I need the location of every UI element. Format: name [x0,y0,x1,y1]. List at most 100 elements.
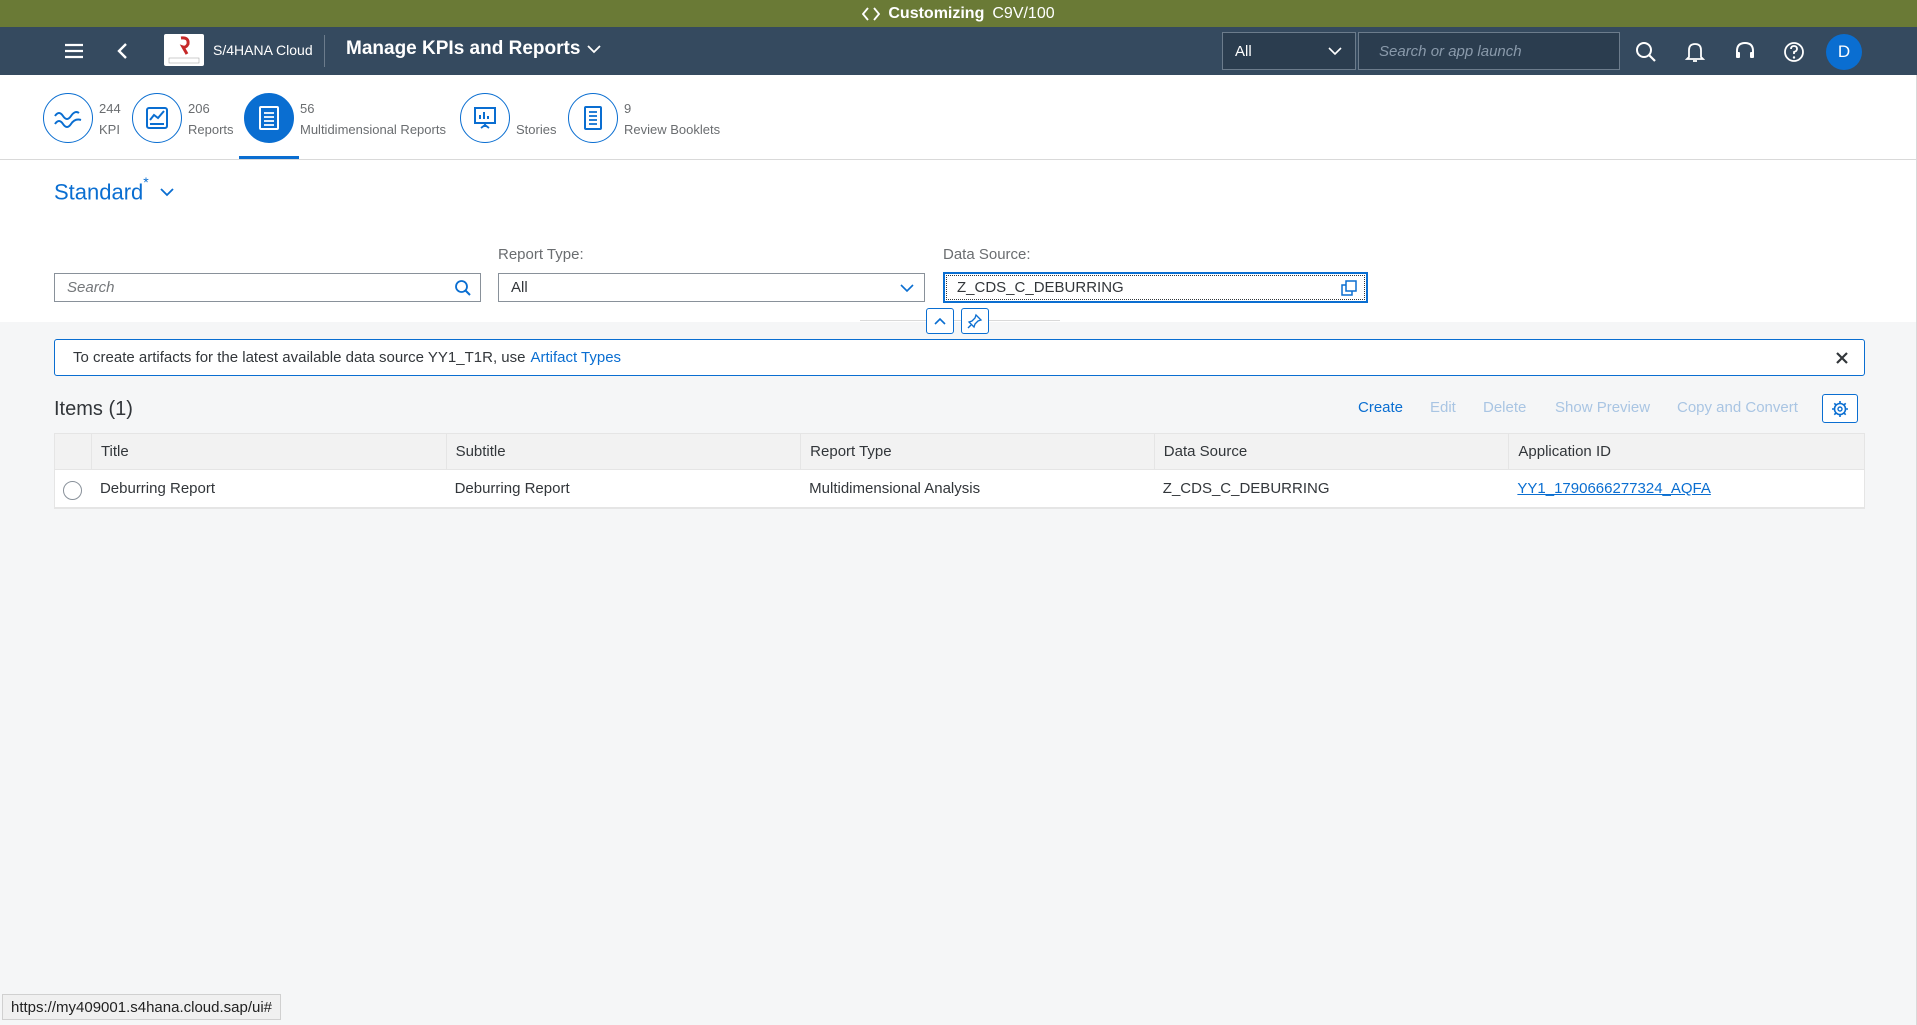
tab-review-booklets-label: Review Booklets [624,122,721,137]
chevron-down-icon [900,284,914,293]
brand-name: S/4HANA Cloud [213,42,313,58]
data-source-value: Z_CDS_C_DEBURRING [957,279,1124,296]
select-column-header [55,434,91,469]
gear-icon [1832,400,1848,417]
delete-button[interactable]: Delete [1483,399,1526,416]
tab-stories-count [516,98,556,119]
column-header-report-type[interactable]: Report Type [800,434,1154,469]
company-logo[interactable] [164,34,204,66]
variant-modified-marker: * [143,174,149,190]
value-help-icon[interactable] [1340,279,1358,297]
copy-and-convert-button[interactable]: Copy and Convert [1677,399,1798,416]
search-scope-value: All [1235,42,1252,60]
browser-status-url: https://my409001.s4hana.cloud.sap/ui# [2,994,282,1020]
column-header-application-id[interactable]: Application ID [1508,434,1864,469]
tab-stories-label: Stories [516,122,557,137]
row-data-source: Z_CDS_C_DEBURRING [1162,480,1330,497]
row-report-type: Multidimensional Analysis [809,480,981,497]
tab-multidimensional-circle [244,93,294,143]
row-select-cell [55,470,91,507]
logo-mark-icon [168,36,200,64]
row-application-id-link[interactable]: YY1_1790666277324_AQFA [1508,470,1864,507]
customizing-code: C9V/100 [992,4,1055,22]
tab-reports-label: Reports [188,122,234,137]
artifact-types-link[interactable]: Artifact Types [530,349,621,366]
icon-tab-bar: 244 KPI 206 Reports 56 Multidimensional … [0,75,1917,160]
filter-divider [860,320,1060,321]
kpi-icon [54,111,82,128]
tab-reports-circle [132,93,182,143]
search-placeholder: Search [67,279,115,296]
bell-icon[interactable] [1682,39,1708,65]
pin-header-button[interactable] [961,308,989,334]
code-icon [862,6,881,21]
row-select-radio[interactable] [63,481,83,500]
shell-header: S/4HANA Cloud Manage KPIs and Reports Al… [0,27,1917,75]
report-type-select[interactable]: All [498,273,925,302]
tab-multidimensional-count: 56 [300,101,315,116]
shell-search-field[interactable] [1358,32,1620,70]
show-preview-button[interactable]: Show Preview [1555,399,1650,416]
chevron-down-icon [587,45,602,54]
table-header-row: Title Subtitle Report Type Data Source A… [55,434,1864,470]
tab-multidimensional-label: Multidimensional Reports [300,122,446,137]
message-text: To create artifacts for the latest avail… [73,349,526,366]
report-type-value: All [511,279,528,296]
variant-management[interactable]: Standard* [54,174,175,205]
column-header-title[interactable]: Title [90,434,446,469]
column-header-subtitle[interactable]: Subtitle [445,434,801,469]
report-type-label: Report Type: [498,246,584,263]
back-icon[interactable] [112,39,134,63]
app-title: Manage KPIs and Reports [346,38,581,59]
data-source-field[interactable]: Z_CDS_C_DEBURRING [943,272,1368,303]
chevron-down-icon [160,188,174,196]
filter-bar: Standard* Search Report Type: All Data S… [0,160,1917,334]
tab-review-booklets-count: 9 [624,101,632,116]
collapse-header-button[interactable] [926,308,954,334]
table-row[interactable]: Deburring Report Deburring Report Multid… [55,470,1864,508]
booklet-icon [584,106,602,130]
tab-kpi[interactable]: 244 KPI [43,93,121,143]
user-avatar[interactable]: D [1826,34,1862,70]
column-header-data-source[interactable]: Data Source [1153,434,1509,469]
chevron-down-icon [1328,47,1342,56]
headset-icon[interactable] [1732,39,1758,65]
active-tab-indicator [239,156,299,159]
data-source-label: Data Source: [943,246,1031,263]
search-icon[interactable] [1633,39,1659,65]
search-scope-select[interactable]: All [1222,32,1356,70]
search-field[interactable]: Search [54,273,481,302]
document-list-icon [259,106,279,130]
chevron-up-icon [934,317,946,325]
help-icon[interactable] [1781,39,1807,65]
tab-review-booklets-circle [568,93,618,143]
tab-review-booklets[interactable]: 9 Review Booklets [568,93,720,143]
row-title: Deburring Report [99,480,216,497]
close-icon[interactable] [1832,348,1852,368]
app-title-menu[interactable]: Manage KPIs and Reports [346,38,602,60]
pin-icon [967,313,983,329]
presentation-icon [474,107,496,129]
reports-icon [146,107,168,129]
customizing-title: Customizing [888,4,985,22]
edit-button[interactable]: Edit [1430,399,1456,416]
tab-multidimensional-reports[interactable]: 56 Multidimensional Reports [244,93,446,143]
shell-divider [324,35,325,67]
tab-reports[interactable]: 206 Reports [132,93,234,143]
tab-stories-circle [460,93,510,143]
search-icon[interactable] [454,279,472,297]
table-title: Items (1) [54,398,133,420]
tab-kpi-count: 244 [99,101,121,116]
info-message-strip: To create artifacts for the latest avail… [54,339,1865,376]
menu-icon[interactable] [60,39,88,63]
tab-kpi-circle [43,93,93,143]
tab-kpi-label: KPI [99,122,120,137]
create-button[interactable]: Create [1358,399,1403,416]
items-table: Title Subtitle Report Type Data Source A… [54,433,1865,509]
customizing-bar: Customizing C9V/100 [0,0,1917,27]
table-settings-button[interactable] [1822,394,1858,423]
tab-stories[interactable]: Stories [460,93,556,143]
shell-search-input[interactable] [1377,41,1601,61]
variant-name: Standard [54,179,144,205]
tab-reports-count: 206 [188,101,210,116]
